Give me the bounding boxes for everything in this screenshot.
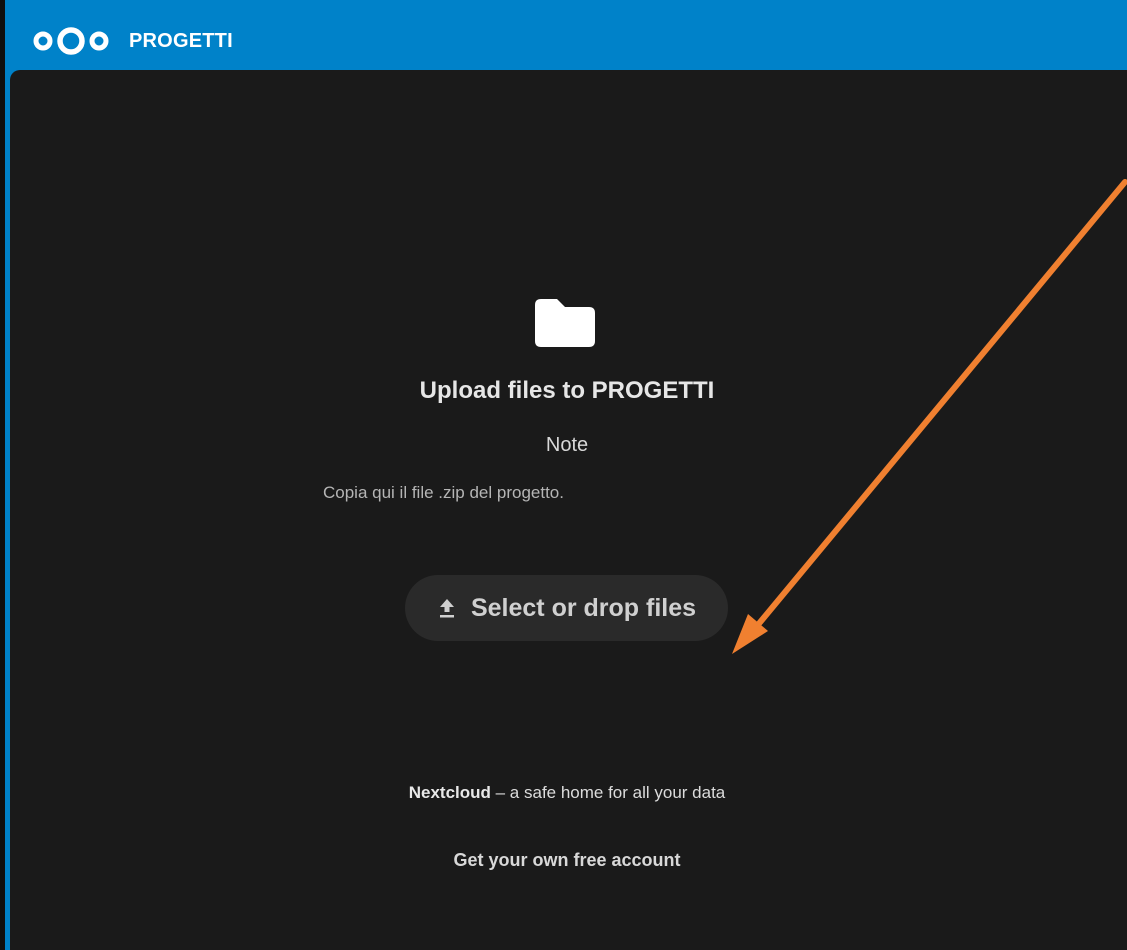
main-content [10, 70, 1127, 950]
upload-title: Upload files to PROGETTI [419, 377, 715, 404]
window-left-edge [0, 0, 5, 950]
get-free-account-link[interactable]: Get your own free account [0, 850, 1127, 871]
note-heading: Note [545, 434, 589, 456]
public-upload-page: PROGETTI Upload files to PROGETTI Note C… [0, 0, 1127, 950]
footer-tagline: Nextcloud – a safe home for all your dat… [0, 783, 1127, 803]
folder-icon [535, 299, 595, 347]
footer-brand: Nextcloud [408, 783, 491, 802]
select-files-label: Select or drop files [470, 593, 697, 622]
app-title: PROGETTI [129, 30, 233, 52]
upload-icon [439, 599, 454, 618]
footer-tagline-text: – a safe home for all your data [490, 783, 726, 802]
nextcloud-logo-icon[interactable] [32, 26, 110, 56]
note-text: Copia qui il file .zip del progetto. [323, 483, 564, 502]
select-files-button[interactable]: Select or drop files [405, 575, 728, 641]
